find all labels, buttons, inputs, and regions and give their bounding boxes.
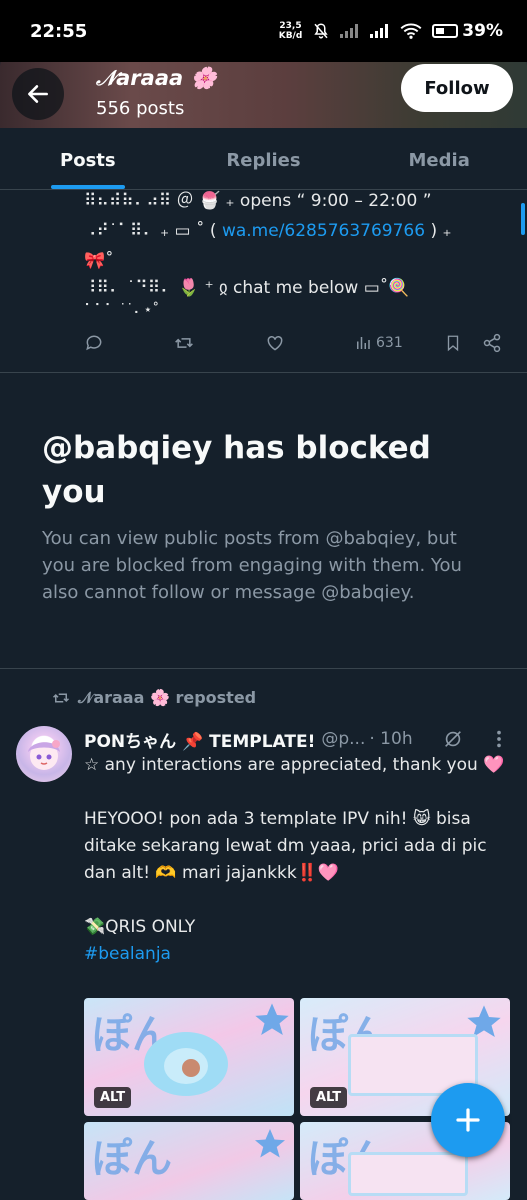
status-bar: 22:55 23,5 KB/d 39% (0, 0, 527, 62)
repost-icon (52, 693, 70, 703)
hashtag-link[interactable]: #bealanja (84, 941, 514, 968)
author-handle[interactable]: @p... (321, 729, 365, 749)
repost-label: 𝒩araaa 🌸 reposted (78, 688, 257, 707)
alt-badge[interactable]: ALT (310, 1087, 348, 1108)
status-icons: 23,5 KB/d 39% (279, 21, 503, 41)
profile-name: 𝒩araaa 🌸 (96, 66, 217, 90)
tweet-paragraph: ☆ any interactions are appreciated, than… (84, 755, 505, 775)
tweet-line: ⠿⠦⠾⠷⠄⠴⠿ ＠ 🍧 ₊ opens “ 9:00 – 22:00 ” (84, 191, 432, 211)
share-icon (483, 333, 501, 353)
post-count: 556 posts (96, 98, 185, 119)
like-button[interactable] (265, 333, 285, 353)
battery: 39% (432, 21, 503, 41)
avatar-image (28, 740, 60, 770)
views-button[interactable]: 631 (354, 334, 403, 352)
network-speed: 23,5 KB/d (278, 21, 303, 41)
signal-1-icon (340, 24, 359, 38)
status-time: 22:55 (30, 20, 88, 42)
views-icon (357, 337, 370, 349)
star-icon (255, 1129, 285, 1158)
back-button[interactable] (12, 68, 64, 120)
tweet-header: PONちゃん 📌 TEMPLATE! @p... · 10h (84, 726, 514, 752)
scroll-indicator (521, 203, 525, 235)
image-card (348, 1152, 468, 1196)
tweet-line: ⠸⠿⠄ ˙⠙⠿⠄ 🌷 ⁺ ჲ chat me below ▭˚🍭 (84, 278, 410, 298)
mute-icon (314, 23, 328, 39)
divider (0, 668, 527, 669)
battery-icon (432, 24, 459, 38)
views-count: 631 (376, 335, 403, 351)
tweet-line: ⠠⠞˙⠁⠿⠄ ₊ ▭ ˚ ( wa.me/6285763769766 ) ₊ (84, 221, 452, 241)
image-decoration: ぽん (92, 1136, 172, 1182)
repost-indicator: 𝒩araaa 🌸 reposted (52, 688, 256, 708)
heart-icon (267, 335, 283, 351)
tweet-time[interactable]: · 10h (369, 729, 412, 749)
more-icon[interactable] (494, 728, 504, 750)
author-name[interactable]: PONちゃん 📌 TEMPLATE! (84, 727, 315, 752)
blocked-description: You can view public posts from @babqiey,… (42, 528, 462, 603)
plus-icon (456, 1108, 480, 1132)
reply-icon (86, 335, 102, 351)
tweet-actions: 631 (84, 330, 504, 356)
tab-media[interactable]: Media (351, 128, 527, 189)
blocked-title: @babqiey has blocked you (42, 430, 431, 510)
compose-button[interactable] (431, 1083, 505, 1157)
flower-icon (144, 1032, 228, 1096)
repost-button[interactable] (174, 333, 194, 353)
avatar[interactable] (16, 726, 72, 782)
alt-badge[interactable]: ALT (94, 1087, 132, 1108)
signal-2-icon (370, 24, 389, 38)
tweet-body: ☆ any interactions are appreciated, than… (84, 752, 514, 968)
reply-button[interactable] (84, 333, 104, 353)
tweet-text-fragment: ⠿⠦⠾⠷⠄⠴⠿ ＠ 🍧 ₊ opens “ 9:00 – 22:00 ” ⠠⠞˙… (84, 186, 504, 320)
share-button[interactable] (482, 333, 502, 353)
wifi-icon (400, 23, 422, 39)
arrow-left-icon (28, 85, 48, 103)
tab-posts[interactable]: Posts (0, 128, 176, 189)
follow-button[interactable]: Follow (401, 64, 513, 112)
whatsapp-link[interactable]: wa.me/6285763769766 (222, 221, 425, 241)
divider (0, 372, 527, 373)
profile-tabs: Posts Replies Media (0, 128, 527, 190)
tweet-line: ⠁⠁⠁ ˙˙⠄⋆˚ (84, 302, 160, 318)
tweet-line: 🎀˚ (84, 251, 114, 271)
tweet-image[interactable]: ぽん ALT (84, 998, 294, 1116)
tab-replies[interactable]: Replies (176, 128, 352, 189)
tweet-paragraph: HEYOOO! pon ada 3 template IPV nih! 😸 bi… (84, 809, 487, 883)
star-icon (255, 1003, 289, 1035)
tweet-image[interactable]: ぽん (84, 1122, 294, 1200)
bookmark-button[interactable] (444, 333, 462, 353)
tweet-paragraph: 💸QRIS ONLY (84, 917, 196, 937)
grok-icon[interactable] (442, 728, 464, 750)
bookmark-icon (447, 335, 459, 352)
repost-icon (175, 338, 193, 348)
